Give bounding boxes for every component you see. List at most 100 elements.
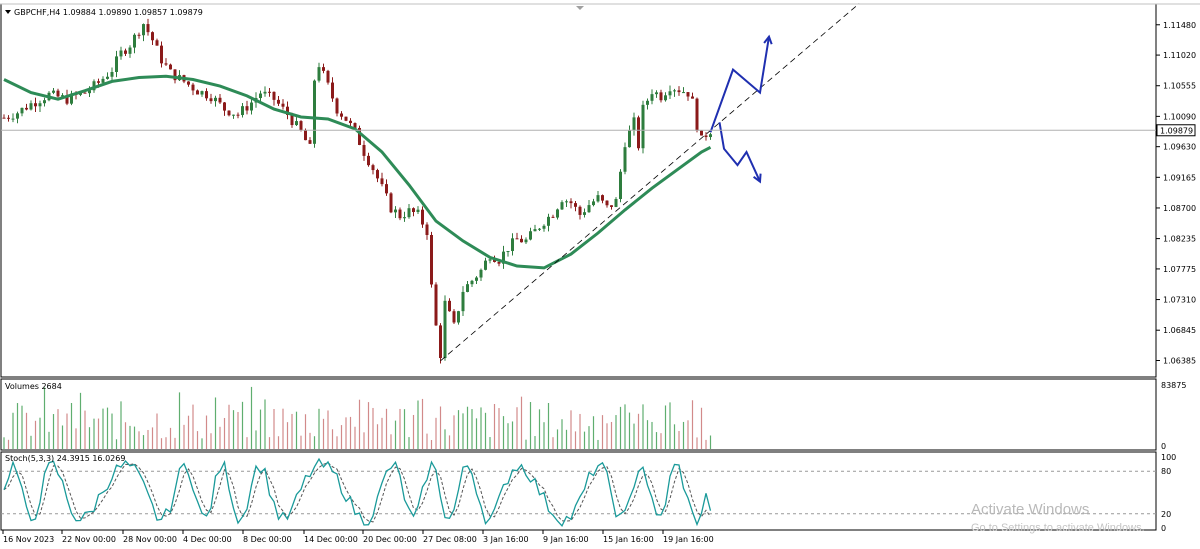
candle-body bbox=[83, 92, 87, 94]
candle-body bbox=[407, 208, 411, 218]
candle-body bbox=[691, 96, 694, 99]
candle-body bbox=[52, 90, 55, 93]
candle-body bbox=[205, 91, 208, 99]
candle-body bbox=[443, 300, 447, 359]
candle-body bbox=[565, 201, 568, 203]
trading-chart[interactable]: 1.09879 1.11480 1.11020 1.10555 1.10090 1.09… bbox=[0, 0, 1200, 549]
price-tick-label: 1.06845 bbox=[1163, 326, 1196, 335]
current-price-label: 1.09879 bbox=[1160, 126, 1193, 135]
candle-body bbox=[448, 300, 451, 312]
candle-body bbox=[596, 195, 600, 202]
candle-body bbox=[142, 24, 145, 36]
candle-body bbox=[682, 92, 685, 94]
candle-body bbox=[556, 209, 559, 218]
candle-body bbox=[191, 84, 195, 91]
time-tick-label: 27 Dec 08:00 bbox=[423, 535, 477, 544]
candle-body bbox=[2, 117, 6, 119]
candle-body bbox=[484, 260, 487, 270]
candle-body bbox=[403, 217, 406, 219]
candle-body bbox=[11, 118, 15, 120]
time-tick-label: 4 Dec 00:00 bbox=[183, 535, 232, 544]
candle-body bbox=[313, 80, 316, 144]
time-tick-label: 9 Jan 16:00 bbox=[543, 535, 589, 544]
candle-body bbox=[106, 76, 109, 79]
time-tick-label: 19 Jan 16:00 bbox=[663, 535, 714, 544]
candle-body bbox=[137, 34, 141, 36]
candle-body bbox=[250, 102, 253, 111]
candle-body bbox=[34, 103, 37, 107]
candle-body bbox=[151, 32, 154, 41]
candle-body bbox=[529, 231, 532, 240]
candle-body bbox=[452, 311, 456, 323]
candle-body bbox=[272, 91, 276, 100]
candle-body bbox=[160, 45, 163, 64]
candle-body bbox=[277, 99, 280, 104]
candle-body bbox=[331, 82, 334, 99]
candle-body bbox=[124, 50, 127, 54]
candle-body bbox=[439, 325, 442, 359]
candle-body bbox=[299, 121, 303, 131]
candle-body bbox=[610, 205, 613, 207]
candle-body bbox=[520, 238, 523, 243]
candle-body bbox=[587, 205, 591, 213]
price-tick-label: 1.08235 bbox=[1163, 235, 1196, 244]
candle-body bbox=[695, 98, 699, 131]
candle-body bbox=[542, 225, 546, 229]
candle-body bbox=[434, 284, 438, 326]
candle-body bbox=[511, 238, 514, 252]
candle-body bbox=[281, 103, 285, 107]
price-tick-label: 1.06385 bbox=[1163, 357, 1196, 366]
candle-body bbox=[538, 228, 541, 230]
candle-body bbox=[187, 81, 190, 85]
candle-body bbox=[304, 130, 307, 141]
candle-body bbox=[367, 155, 370, 166]
candle-body bbox=[110, 72, 114, 77]
candle-body bbox=[335, 98, 339, 114]
candle-body bbox=[628, 130, 631, 148]
candle-body bbox=[668, 91, 672, 96]
candle-body bbox=[524, 239, 528, 243]
candle-body bbox=[677, 90, 681, 93]
price-panel[interactable] bbox=[0, 3, 1157, 378]
candle-body bbox=[551, 216, 555, 218]
candle-body bbox=[619, 171, 622, 200]
time-tick-label: 20 Dec 00:00 bbox=[363, 535, 417, 544]
candle-body bbox=[200, 91, 204, 95]
candle-body bbox=[394, 209, 397, 213]
price-tick-label: 1.10090 bbox=[1163, 112, 1196, 121]
candle-body bbox=[686, 92, 690, 97]
volume-panel[interactable] bbox=[0, 378, 1157, 451]
candle-body bbox=[308, 140, 312, 144]
candle-body bbox=[326, 70, 330, 83]
candle-body bbox=[223, 102, 226, 111]
candle-body bbox=[115, 56, 118, 73]
time-axis: 16 Nov 2023 22 Nov 00:00 28 Nov 00:00 4 Dec… bbox=[2, 530, 714, 544]
candle-body bbox=[218, 97, 222, 103]
candle-body bbox=[295, 121, 298, 126]
candle-body bbox=[659, 92, 663, 101]
price-tick-label: 1.07310 bbox=[1163, 296, 1196, 305]
candle-body bbox=[700, 130, 703, 136]
time-tick-label: 28 Nov 00:00 bbox=[123, 535, 177, 544]
activate-windows-subtitle: Go to Settings to activate Windows. bbox=[971, 522, 1145, 534]
candle-body bbox=[574, 203, 577, 207]
stoch-tick-label: 20 bbox=[1161, 510, 1171, 519]
candle-body bbox=[425, 224, 429, 235]
candle-body bbox=[416, 209, 420, 213]
candle-body bbox=[461, 291, 465, 312]
symbol-header: GBPCHF,H4 1.09884 1.09890 1.09857 1.0987… bbox=[14, 8, 203, 17]
price-tick-label: 1.09165 bbox=[1163, 173, 1196, 182]
candle-body bbox=[56, 90, 60, 97]
candle-body bbox=[430, 234, 433, 285]
candle-body bbox=[479, 269, 483, 278]
candle-body bbox=[497, 261, 501, 264]
time-tick-label: 14 Dec 00:00 bbox=[304, 535, 358, 544]
candle-body bbox=[664, 95, 667, 101]
candle-body bbox=[263, 91, 267, 94]
candle-body bbox=[16, 113, 19, 119]
candle-body bbox=[475, 277, 478, 281]
candle-body bbox=[29, 103, 33, 110]
time-tick-label: 8 Dec 00:00 bbox=[243, 535, 292, 544]
candle-body bbox=[241, 106, 244, 116]
volume-axis-max: 83875 bbox=[1161, 381, 1186, 390]
